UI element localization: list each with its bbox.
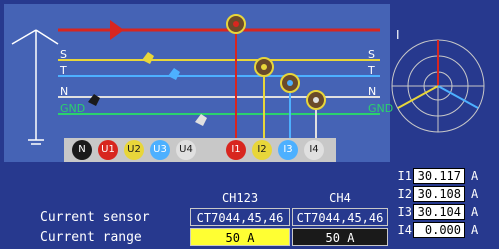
measurement-value: 30.104 [413, 204, 465, 220]
row-label: Current sensor [40, 210, 150, 225]
measurement-unit: A [471, 169, 479, 183]
measurement-unit: A [471, 187, 479, 201]
measurement-i3: I3 30.104 A [395, 204, 499, 222]
chip-u4: U4 [176, 140, 196, 160]
current-clamp-i1 [226, 14, 246, 34]
current-channel-chips: I1 I2 I3 I4 [226, 140, 324, 160]
chip-u2: U2 [124, 140, 144, 160]
phasor-label: I [396, 28, 400, 42]
chip-i2: I2 [252, 140, 272, 160]
current-clamp-i2 [254, 57, 274, 77]
chip-u1: U1 [98, 140, 118, 160]
phasor-panel [392, 4, 496, 162]
measurement-i4: I4 0.000 A [395, 222, 499, 240]
table-row-current-sensor: Current sensor CT7044,45,46 CT7044,45,46 [0, 208, 390, 227]
column-header-ch4: CH4 [292, 188, 388, 206]
wiring-screen: S T N GND S T N GND I N U1 U2 U3 U4 I1 I… [0, 0, 499, 249]
measurement-value: 30.108 [413, 186, 465, 202]
current-clamp-i4 [306, 90, 326, 110]
row-label: Current range [40, 230, 142, 245]
measurement-label: I3 [397, 205, 412, 219]
chip-i1: I1 [226, 140, 246, 160]
voltage-channel-chips: N U1 U2 U3 U4 [72, 140, 196, 160]
current-sensor-ch4[interactable]: CT7044,45,46 [292, 208, 388, 226]
chip-i4: I4 [304, 140, 324, 160]
measurement-value: 30.117 [413, 168, 465, 184]
chip-u3: U3 [150, 140, 170, 160]
current-sensor-ch123[interactable]: CT7044,45,46 [190, 208, 290, 226]
measurement-label: I4 [397, 223, 412, 237]
current-clamp-i3 [280, 73, 300, 93]
table-row-current-range: Current range 50 A 50 A [0, 228, 390, 247]
measurement-i2: I2 30.108 A [395, 186, 499, 204]
measurement-value: 0.000 [413, 222, 465, 238]
chip-n: N [72, 140, 92, 160]
column-header-ch123: CH123 [190, 188, 290, 206]
measurement-unit: A [471, 223, 479, 237]
table-header: CH123 CH4 [0, 188, 390, 207]
measurement-label: I1 [397, 169, 412, 183]
chip-i3: I3 [278, 140, 298, 160]
current-range-ch4[interactable]: 50 A [292, 228, 388, 246]
current-range-ch123[interactable]: 50 A [190, 228, 290, 246]
measurement-label: I2 [397, 187, 412, 201]
measurement-unit: A [471, 205, 479, 219]
measurement-i1: I1 30.117 A [395, 168, 499, 186]
